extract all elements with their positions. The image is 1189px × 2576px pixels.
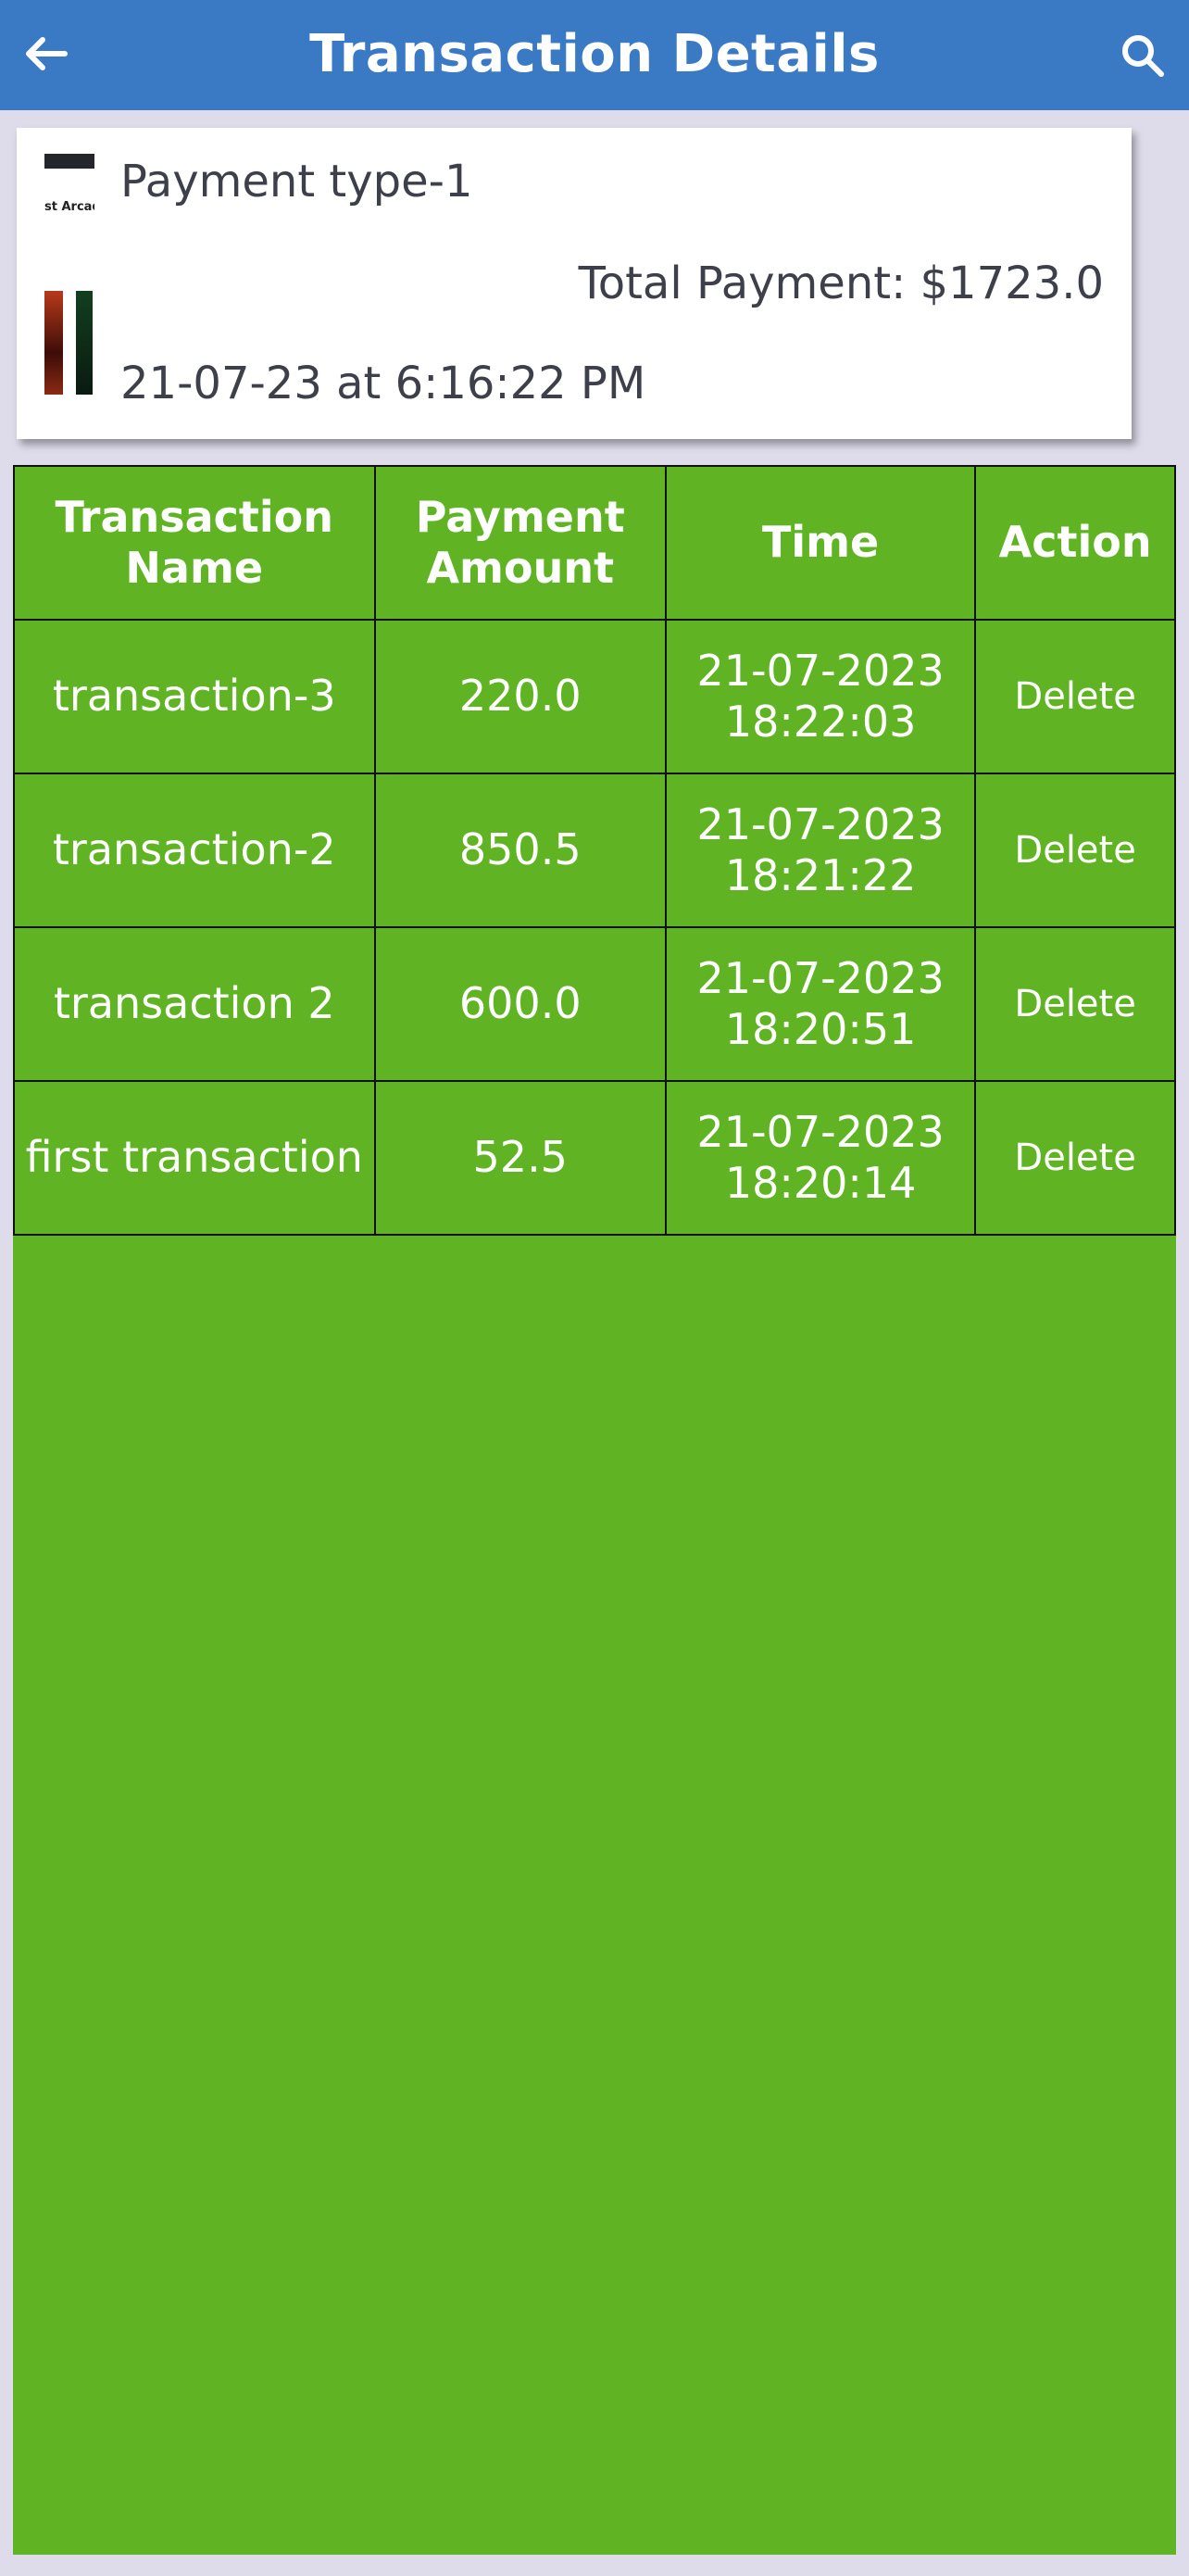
transaction-name: first transaction (13, 1080, 376, 1236)
transaction-clock: 18:20:14 (724, 1158, 917, 1208)
transaction-date: 21-07-2023 (696, 952, 945, 1003)
thumbnail-brand-text: st Arcadia (44, 200, 94, 214)
payment-amount: 52.5 (373, 1080, 667, 1236)
header-payment-amount: Payment Amount (373, 465, 667, 621)
total-payment: Total Payment: $1723.0 (578, 258, 1104, 309)
table-row: first transaction 52.5 21-07-2023 18:20:1… (13, 1080, 1176, 1236)
transaction-name: transaction 2 (13, 926, 376, 1082)
payment-date: 21-07-23 at 6:16:22 PM (120, 358, 646, 409)
header-transaction-name: Transaction Name (13, 465, 376, 621)
transaction-clock: 18:20:51 (724, 1004, 917, 1054)
payment-amount: 600.0 (373, 926, 667, 1082)
delete-button[interactable]: Delete (974, 619, 1176, 774)
table-row: transaction-2 850.5 21-07-2023 18:21:22 D… (13, 773, 1176, 928)
transaction-date: 21-07-2023 (696, 1106, 945, 1157)
transaction-time: 21-07-2023 18:20:51 (664, 926, 977, 1082)
search-icon[interactable] (1119, 31, 1167, 80)
table-row: transaction 2 600.0 21-07-2023 18:20:51 D… (13, 926, 1176, 1082)
payment-summary-card[interactable]: st Arcadia Payment type-1 Total Payment:… (17, 128, 1132, 439)
transaction-clock: 18:21:22 (724, 850, 917, 900)
transaction-date: 21-07-2023 (696, 645, 945, 696)
payment-type: Payment type-1 (120, 156, 473, 207)
transaction-date: 21-07-2023 (696, 798, 945, 849)
table-row: transaction-3 220.0 21-07-2023 18:22:03 D… (13, 619, 1176, 774)
transaction-time: 21-07-2023 18:22:03 (664, 619, 977, 774)
delete-button[interactable]: Delete (974, 773, 1176, 928)
payment-thumbnail: st Arcadia (44, 154, 94, 395)
delete-button[interactable]: Delete (974, 1080, 1176, 1236)
app-bar: Transaction Details (0, 0, 1189, 110)
payment-amount: 220.0 (373, 619, 667, 774)
transactions-table-area: Transaction Name Payment Amount Time Act… (13, 465, 1176, 2555)
transactions-table: Transaction Name Payment Amount Time Act… (13, 465, 1176, 1236)
delete-button[interactable]: Delete (974, 926, 1176, 1082)
header-action: Action (974, 465, 1176, 621)
transaction-time: 21-07-2023 18:20:14 (664, 1080, 977, 1236)
transaction-name: transaction-2 (13, 773, 376, 928)
transaction-name: transaction-3 (13, 619, 376, 774)
table-header-row: Transaction Name Payment Amount Time Act… (13, 465, 1176, 621)
transaction-clock: 18:22:03 (724, 697, 917, 747)
payment-amount: 850.5 (373, 773, 667, 928)
transaction-time: 21-07-2023 18:21:22 (664, 773, 977, 928)
header-time: Time (664, 465, 977, 621)
page-title: Transaction Details (309, 24, 880, 84)
